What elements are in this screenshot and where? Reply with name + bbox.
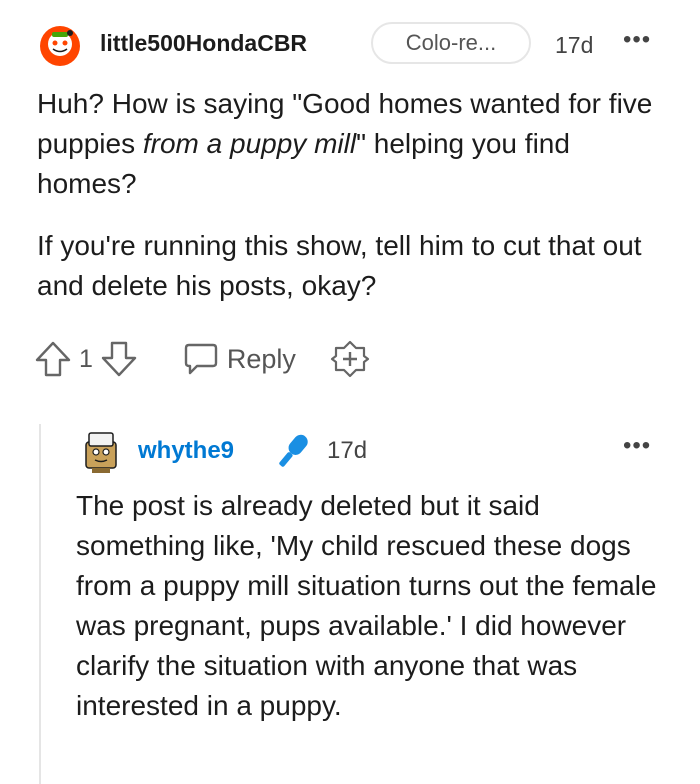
- user-avatar-icon[interactable]: [80, 428, 122, 474]
- reply-label: Reply: [226, 343, 296, 374]
- comment-paragraph-1: Huh? How is saying "Good homes wanted fo…: [37, 88, 653, 199]
- comment-paragraph-2: If you're running this show, tell him to…: [37, 230, 642, 301]
- upvote-arrow-icon[interactable]: [33, 339, 73, 379]
- reply-more-options-button[interactable]: •••: [623, 432, 651, 460]
- comment-timestamp: 17d: [555, 32, 594, 58]
- reply-username[interactable]: whythe9: [138, 437, 234, 465]
- user-flair: Colo-re...: [371, 22, 531, 64]
- reply-body: The post is already deleted but it said …: [76, 490, 657, 721]
- speech-bubble-icon: [184, 343, 218, 375]
- vote-count: 1: [79, 344, 93, 373]
- comment-username[interactable]: little500HondaCBR: [100, 30, 307, 57]
- comment-actions: 1 Reply: [33, 336, 370, 382]
- reply-timestamp: 17d: [327, 437, 368, 464]
- snoo-avatar-icon[interactable]: [38, 24, 82, 68]
- comment-body: Huh? How is saying "Good homes wanted fo…: [37, 84, 667, 328]
- downvote-arrow-icon[interactable]: [99, 339, 139, 379]
- award-plus-icon[interactable]: [330, 339, 370, 379]
- reply-button[interactable]: Reply: [183, 342, 296, 376]
- more-options-button[interactable]: •••: [623, 26, 651, 54]
- microphone-icon: [279, 434, 308, 467]
- thread-line[interactable]: [39, 424, 41, 784]
